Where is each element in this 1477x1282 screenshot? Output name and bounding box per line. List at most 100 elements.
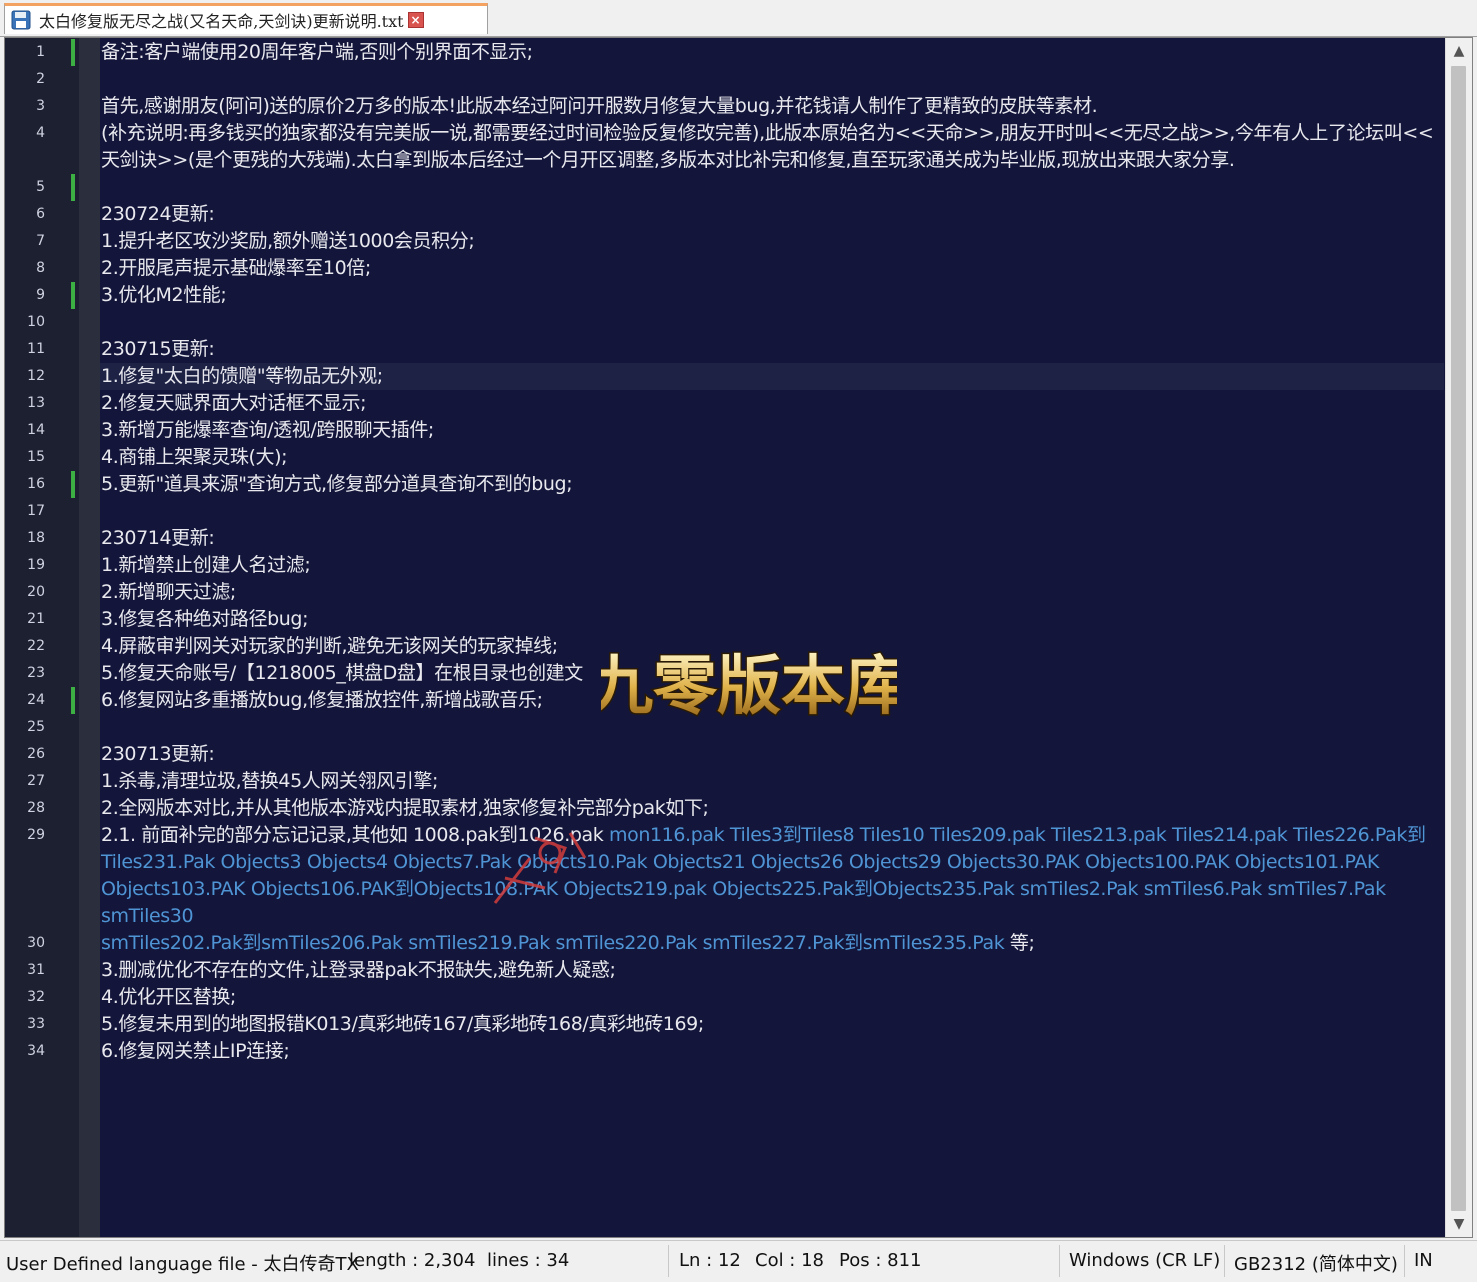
code-line[interactable]: 5.修复未用到的地图报错K013/真彩地砖167/真彩地砖168/真彩地砖169…: [101, 1011, 1442, 1038]
code-text: 2.修复天赋界面大对话框不显示;: [101, 392, 367, 414]
line-number: 2: [36, 71, 45, 87]
code-line[interactable]: 230715更新:: [101, 336, 1442, 363]
line-number: 1: [36, 44, 45, 60]
line-number: 6: [36, 206, 45, 222]
line-number: 12: [27, 368, 45, 384]
editor[interactable]: 1 备注:客户端使用20周年客户端,否则个别界面不显示; 2 3 首先,感谢朋友(阿问)…: [4, 37, 1473, 1238]
code-text: 5.更新"道具来源"查询方式,修复部分道具查询不到的bug;: [101, 473, 573, 495]
code-line[interactable]: 6.修复网关禁止IP连接;: [101, 1038, 1442, 1065]
change-marker: [71, 174, 75, 201]
code-text: 6.修复网站多重播放bug,修复播放控件,新增战歌音乐;: [101, 689, 543, 711]
close-icon[interactable]: ×: [407, 12, 424, 28]
code-line[interactable]: 1.新增禁止创建人名过滤;: [101, 552, 1442, 579]
code-line[interactable]: 4.优化开区替换;: [101, 984, 1442, 1011]
change-marker: [71, 282, 75, 309]
code-line[interactable]: 2.全网版本对比,并从其他版本游戏内提取素材,独家修复补完部分pak如下;: [101, 795, 1442, 822]
code-line[interactable]: 2.新增聊天过滤;: [101, 579, 1442, 606]
code-text: 1.新增禁止创建人名过滤;: [101, 554, 311, 576]
vertical-scrollbar[interactable]: ▲ ▼: [1445, 38, 1472, 1237]
status-ln: Ln : 12: [679, 1250, 741, 1271]
code-line[interactable]: 230724更新:: [101, 201, 1442, 228]
line-number: 20: [27, 584, 45, 600]
line-number: 19: [27, 557, 45, 573]
line-number: 31: [27, 962, 45, 978]
status-pos: Pos : 811: [839, 1250, 922, 1271]
status-mode: IN: [1414, 1250, 1433, 1271]
status-language: User Defined language file - 太白传奇TX: [6, 1254, 359, 1275]
code-text: 230715更新:: [101, 338, 215, 360]
status-length: length : 2,304: [349, 1250, 476, 1271]
highlighted-filenames: smTiles202.Pak到smTiles206.Pak smTiles219…: [101, 932, 1005, 954]
code-line[interactable]: 3.新增万能爆率查询/透视/跨服聊天插件;: [101, 417, 1442, 444]
line-number: 15: [27, 449, 45, 465]
code-line[interactable]: 5.更新"道具来源"查询方式,修复部分道具查询不到的bug;: [101, 471, 1442, 498]
code-line[interactable]: 3.优化M2性能;: [101, 282, 1442, 309]
code-line[interactable]: 230714更新:: [101, 525, 1442, 552]
code-line[interactable]: 2.开服尾声提示基础爆率至10倍;: [101, 255, 1442, 282]
line-number: 18: [27, 530, 45, 546]
line-number: 4: [36, 125, 45, 141]
code-line[interactable]: 4.屏蔽审判网关对玩家的判断,避免无该网关的玩家掉线;: [101, 633, 1442, 660]
code-line[interactable]: 1.提升老区攻沙奖励,额外赠送1000会员积分;: [101, 228, 1442, 255]
line-number: 13: [27, 395, 45, 411]
code-line[interactable]: 6.修复网站多重播放bug,修复播放控件,新增战歌音乐;: [101, 687, 1442, 714]
scroll-down-icon[interactable]: ▼: [1446, 1211, 1472, 1237]
code-text: 5.修复天命账号/【1218005_棋盘D盘】在根目录也创建文: [101, 662, 583, 684]
code-line[interactable]: 1.修复"太白的馈赠"等物品无外观;: [101, 363, 1442, 390]
scroll-up-icon[interactable]: ▲: [1446, 38, 1472, 64]
code-text: 1.提升老区攻沙奖励,额外赠送1000会员积分;: [101, 230, 475, 252]
code-text: 首先,感谢朋友(阿问)送的原价2万多的版本!此版本经过阿问开服数月修复大量bug…: [101, 95, 1098, 117]
line-number: 33: [27, 1016, 45, 1032]
code-text: 4.屏蔽审判网关对玩家的判断,避免无该网关的玩家掉线;: [101, 635, 558, 657]
line-number: 9: [36, 287, 45, 303]
code-line[interactable]: smTiles202.Pak到smTiles206.Pak smTiles219…: [101, 930, 1442, 957]
code-text: 2.开服尾声提示基础爆率至10倍;: [101, 257, 371, 279]
change-marker: [71, 39, 75, 66]
line-number: 14: [27, 422, 45, 438]
fold-margin: [79, 38, 100, 1237]
code-text: 备注:客户端使用20周年客户端,否则个别界面不显示;: [101, 41, 533, 63]
code-line[interactable]: 2.1. 前面补完的部分忘记记录,其他如 1008.pak到1026.pak m…: [101, 822, 1442, 930]
line-number: 17: [27, 503, 45, 519]
code-text: 2.新增聊天过滤;: [101, 581, 236, 603]
line-number: 27: [27, 773, 45, 789]
code-text: 2.全网版本对比,并从其他版本游戏内提取素材,独家修复补完部分pak如下;: [101, 797, 709, 819]
code-line[interactable]: 3.删减优化不存在的文件,让登录器pak不报缺失,避免新人疑惑;: [101, 957, 1442, 984]
code-text: 4.优化开区替换;: [101, 986, 236, 1008]
file-tab[interactable]: 太白修复版无尽之战(又名天命,天剑诀)更新说明.txt ×: [4, 3, 488, 34]
code-line[interactable]: 首先,感谢朋友(阿问)送的原价2万多的版本!此版本经过阿问开服数月修复大量bug…: [101, 93, 1442, 120]
line-number: 7: [36, 233, 45, 249]
code-text: 3.修复各种绝对路径bug;: [101, 608, 309, 630]
save-icon: [11, 10, 31, 30]
status-col: Col : 18: [755, 1250, 824, 1271]
status-bar: User Defined language file - 太白传奇TX leng…: [0, 1240, 1477, 1282]
scroll-thumb[interactable]: [1451, 66, 1466, 1211]
line-number: 8: [36, 260, 45, 276]
code-text: 2.1. 前面补完的部分忘记记录,其他如 1008.pak到1026.pak: [101, 824, 610, 846]
code-line[interactable]: 2.修复天赋界面大对话框不显示;: [101, 390, 1442, 417]
change-marker: [71, 687, 75, 714]
line-number: 5: [36, 179, 45, 195]
line-number: 21: [27, 611, 45, 627]
code-text: 6.修复网关禁止IP连接;: [101, 1040, 290, 1062]
tab-title: 太白修复版无尽之战(又名天命,天剑诀)更新说明.txt: [39, 12, 404, 31]
code-line[interactable]: (补充说明:再多钱买的独家都没有完美版一说,都需要经过时间检验反复修改完善),此…: [101, 120, 1442, 174]
code-line[interactable]: 1.杀毒,清理垃圾,替换45人网关翎风引擎;: [101, 768, 1442, 795]
code-line[interactable]: 230713更新:: [101, 741, 1442, 768]
line-number: 3: [36, 98, 45, 114]
line-number: 34: [27, 1043, 45, 1059]
line-number: 29: [27, 827, 45, 843]
code-line[interactable]: 3.修复各种绝对路径bug;: [101, 606, 1442, 633]
code-text: 3.新增万能爆率查询/透视/跨服聊天插件;: [101, 419, 434, 441]
code-text: 230714更新:: [101, 527, 215, 549]
line-number: 26: [27, 746, 45, 762]
code-text: 230724更新:: [101, 203, 215, 225]
line-number: 30: [27, 935, 45, 951]
code-line[interactable]: 5.修复天命账号/【1218005_棋盘D盘】在根目录也创建文: [101, 660, 1442, 687]
line-number: 23: [27, 665, 45, 681]
code-line[interactable]: 备注:客户端使用20周年客户端,否则个别界面不显示;: [101, 39, 1442, 66]
line-number: 25: [27, 719, 45, 735]
status-encoding: GB2312 (简体中文): [1234, 1254, 1398, 1275]
code-text: 3.删减优化不存在的文件,让登录器pak不报缺失,避免新人疑惑;: [101, 959, 616, 981]
code-line[interactable]: 4.商铺上架聚灵珠(大);: [101, 444, 1442, 471]
